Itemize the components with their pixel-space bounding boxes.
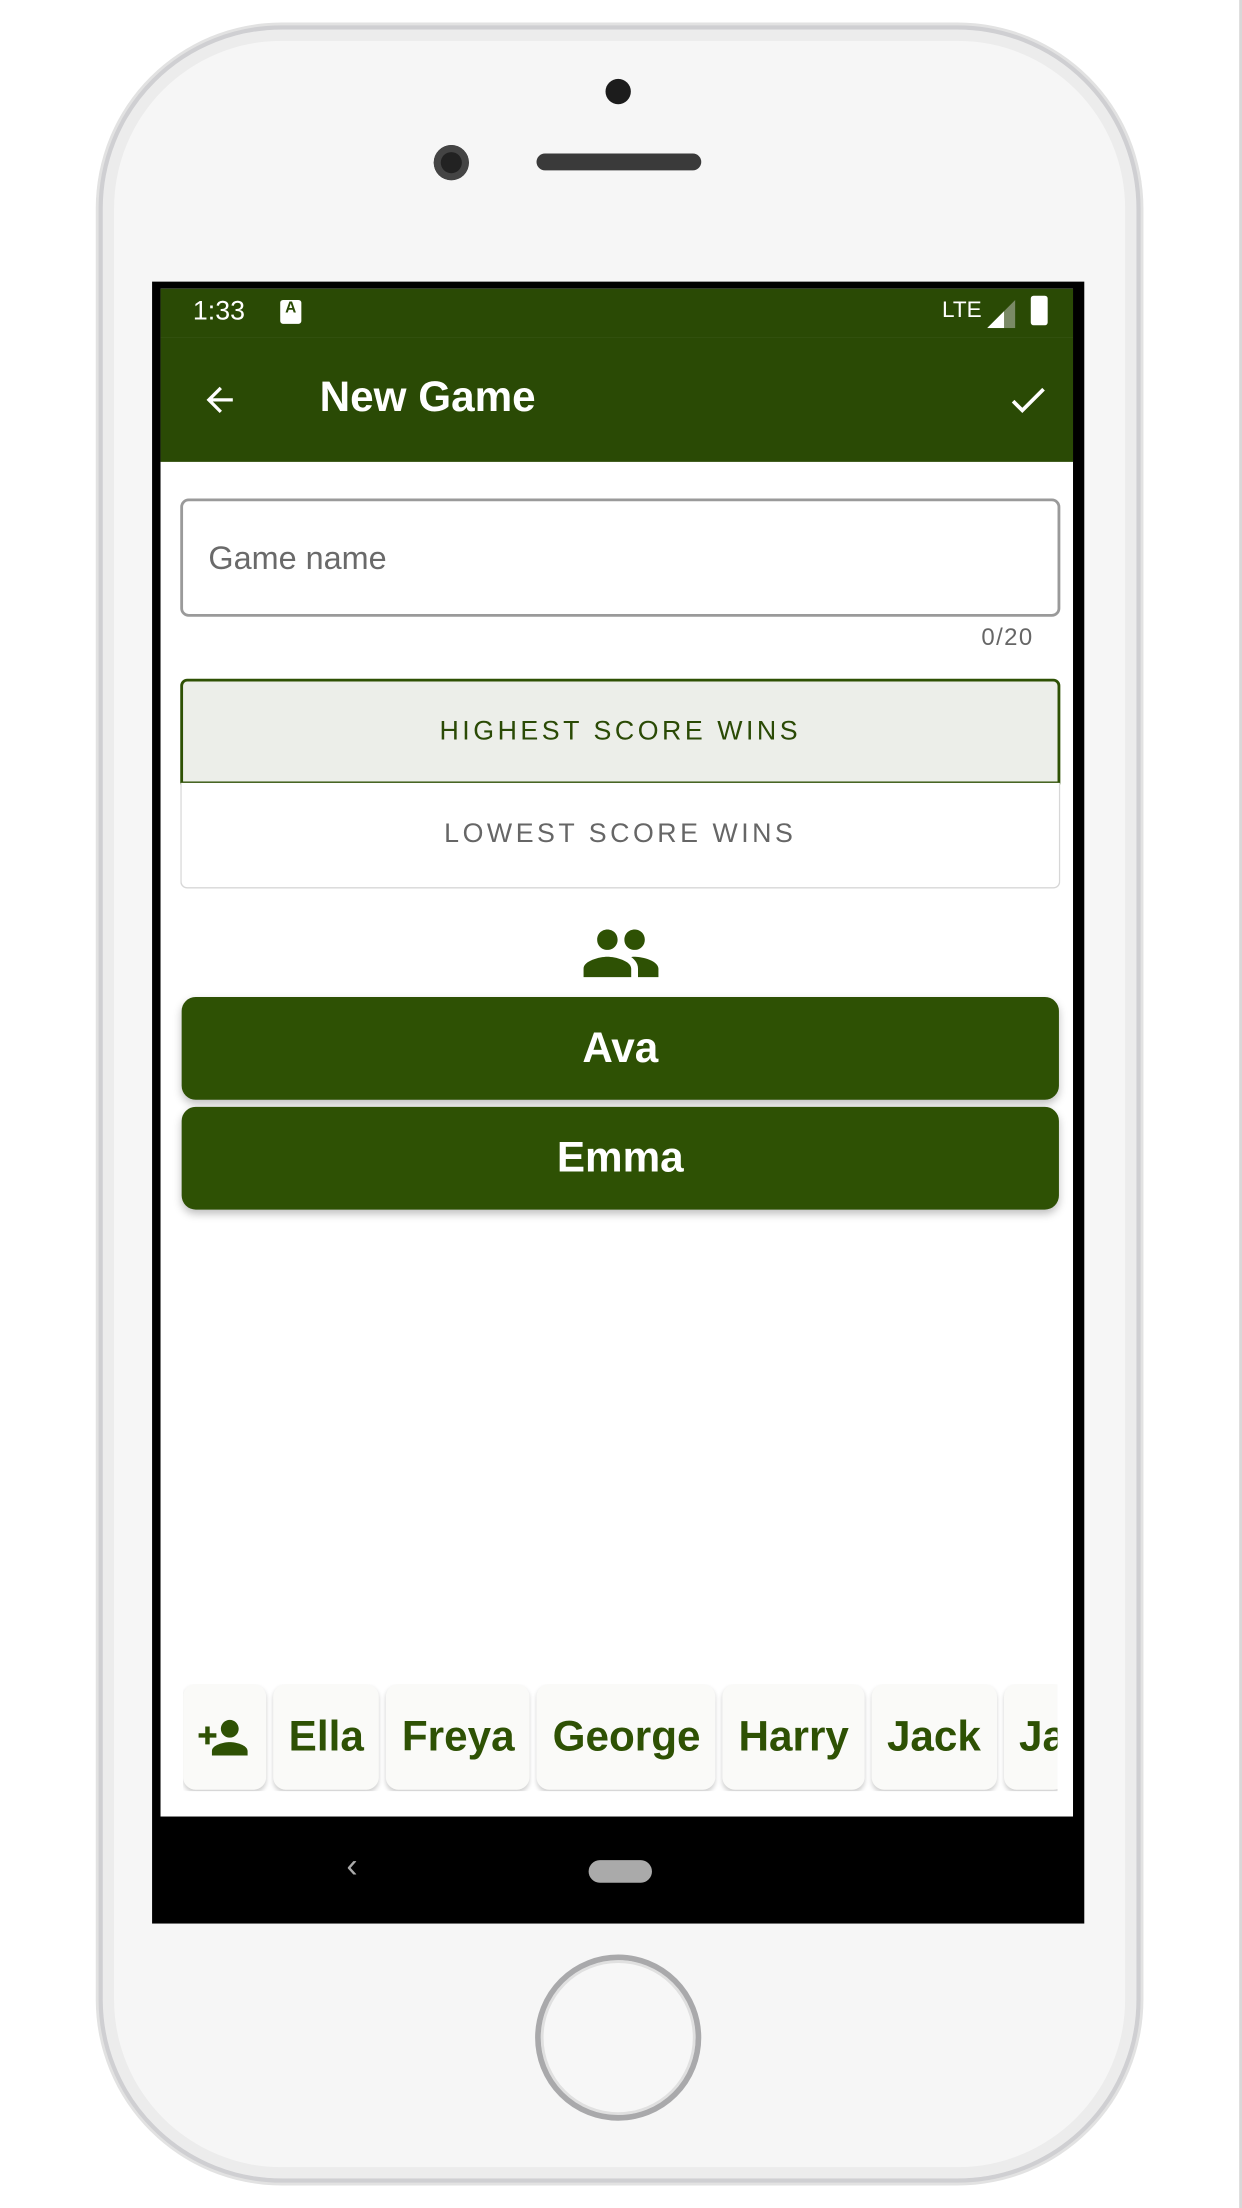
device-stage: 1:33 A LTE New Game Game name 0/20 HIGHE…: [0, 0, 1242, 2208]
person-add-icon: [197, 1719, 247, 1755]
signal-icon: [987, 299, 1016, 329]
app-screen: 1:33 A LTE New Game Game name 0/20 HIGHE…: [160, 288, 1074, 1817]
selected-player-emma[interactable]: Emma: [181, 1106, 1059, 1210]
status-bar: 1:33 A LTE: [160, 288, 1074, 338]
selected-player-ava[interactable]: Ava: [181, 996, 1059, 1100]
lowest-score-wins-option[interactable]: LOWEST SCORE WINS: [180, 782, 1061, 889]
sensor-icon: [605, 78, 631, 105]
toolbar: New Game: [160, 337, 1074, 462]
nav-back-icon[interactable]: ‹: [346, 1848, 357, 1887]
player-chip[interactable]: Freya: [386, 1684, 531, 1790]
arrow-back-icon[interactable]: [200, 380, 239, 419]
network-type: LTE: [942, 298, 982, 323]
player-chip[interactable]: Ja: [1003, 1684, 1058, 1790]
nav-home-pill[interactable]: [588, 1860, 652, 1883]
status-time: 1:33: [192, 297, 245, 327]
game-name-placeholder: Game name: [208, 539, 387, 576]
check-icon[interactable]: [1005, 377, 1050, 422]
system-nav-bar: ‹: [152, 1817, 1084, 1924]
game-name-input[interactable]: Game name: [180, 498, 1061, 617]
keyboard-notification-icon: A: [280, 299, 302, 324]
player-chip[interactable]: Ella: [273, 1684, 380, 1790]
group-icon: [583, 929, 659, 978]
character-counter: 0/20: [981, 623, 1034, 651]
speaker-icon: [536, 153, 702, 171]
player-chip[interactable]: Harry: [723, 1684, 865, 1790]
camera-icon: [433, 145, 469, 181]
available-players-list[interactable]: Ella Freya George Harry Jack Ja: [183, 1684, 1058, 1791]
page-title: New Game: [319, 374, 536, 422]
add-player-button[interactable]: [183, 1684, 267, 1790]
highest-score-wins-option[interactable]: HIGHEST SCORE WINS: [180, 678, 1061, 785]
battery-icon: [1030, 295, 1048, 326]
home-button[interactable]: [535, 1954, 702, 2121]
player-chip[interactable]: Jack: [871, 1684, 997, 1790]
player-chip[interactable]: George: [537, 1684, 717, 1790]
